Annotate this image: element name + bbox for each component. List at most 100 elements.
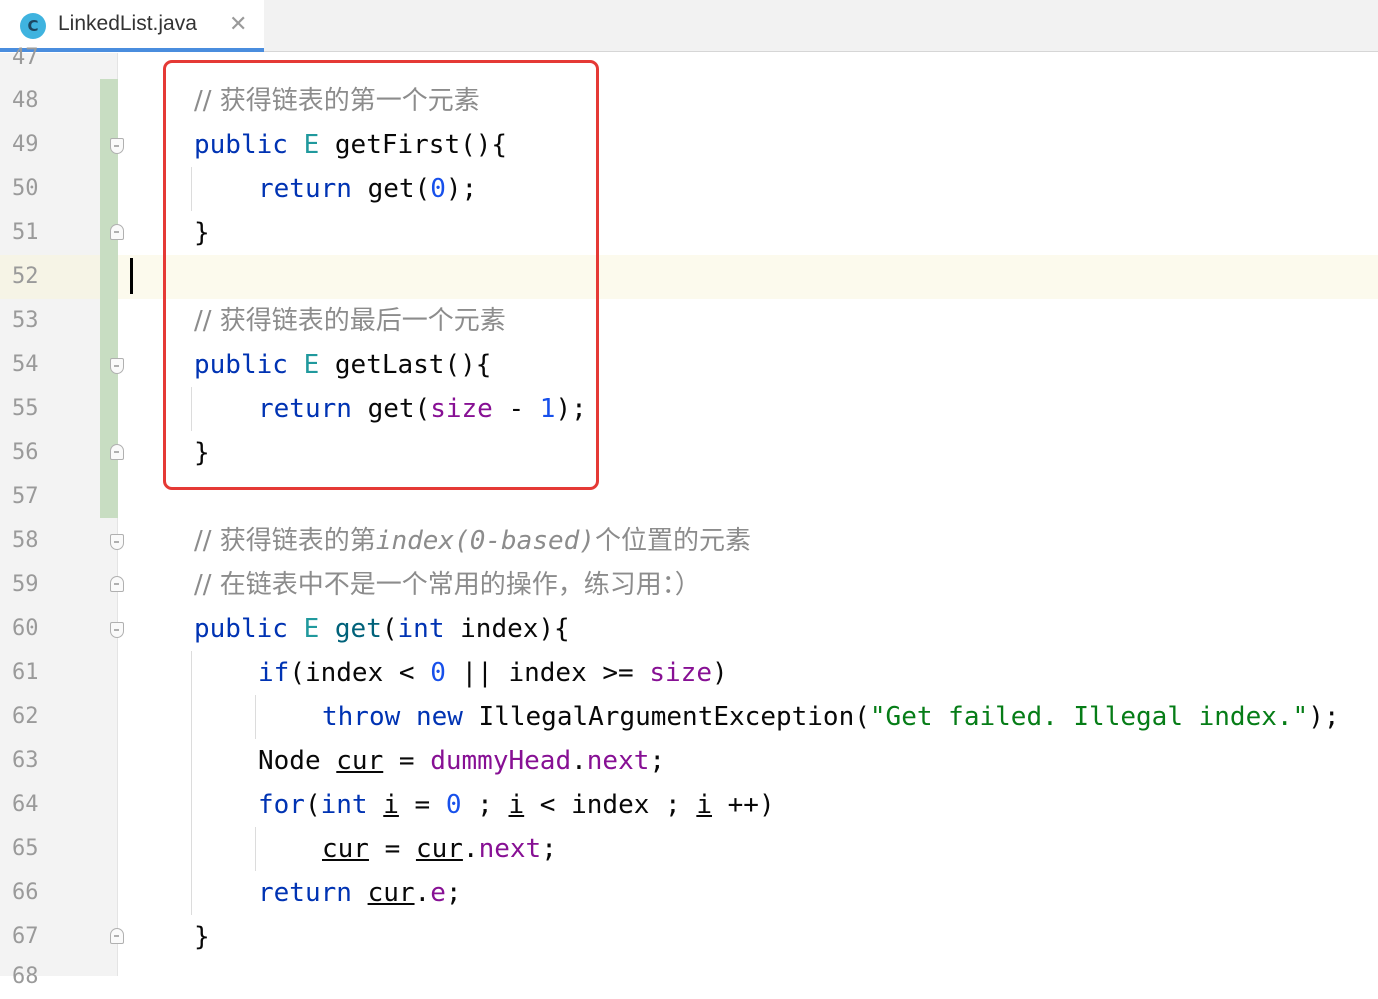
indent-guide [191, 651, 192, 915]
keyword: new [415, 702, 463, 732]
line-number: 47 [12, 45, 39, 70]
code-line-67: } [194, 915, 210, 959]
code-text: ; [445, 878, 462, 908]
number-literal: 0 [445, 790, 462, 820]
code-line-62: throw new IllegalArgumentException("Get … [322, 695, 1340, 739]
text-caret [130, 258, 133, 294]
code-line-63: Node cur = dummyHead.next; [258, 739, 665, 783]
code-line-59: // 在链表中不是一个常用的操作，练习用：） [194, 563, 701, 607]
field-reference: e [430, 878, 446, 908]
fold-marker-icon[interactable] [110, 444, 124, 460]
code-text: index){ [444, 614, 570, 644]
indent-guide [255, 695, 256, 739]
variable-reference: i [383, 790, 399, 820]
indent-guide [255, 827, 256, 871]
code-line-66: return cur.e; [258, 871, 462, 915]
line-number: 56 [12, 440, 39, 465]
line-number: 51 [12, 220, 39, 245]
code-line-64: for(int i = 0 ; i < index ; i ++) [258, 783, 775, 827]
line-number: 66 [12, 880, 39, 905]
field-reference: next [586, 746, 650, 776]
code-line-60: public E get(int index){ [194, 607, 570, 651]
editor-tab-bar: C LinkedList.java ✕ [0, 0, 1378, 52]
line-number: 53 [12, 308, 39, 333]
line-number: 63 [12, 748, 39, 773]
code-text: ++) [712, 790, 775, 820]
fold-marker-icon[interactable] [110, 576, 124, 592]
code-line-58: // 获得链表的第index(0-based)个位置的元素 [194, 519, 751, 563]
line-number: 65 [12, 836, 39, 861]
keyword: if [258, 658, 290, 688]
line-number: 60 [12, 616, 39, 641]
line-number: 59 [12, 572, 39, 597]
keyword: for [258, 790, 305, 820]
code-text: ; [541, 834, 557, 864]
keyword: throw [322, 702, 401, 732]
fold-marker-icon[interactable] [110, 622, 124, 638]
field-reference: dummyHead [430, 746, 572, 776]
line-number: 57 [12, 484, 39, 509]
code-text: . [571, 746, 587, 776]
tab-filename: LinkedList.java [58, 12, 197, 35]
fold-marker-icon[interactable] [110, 534, 124, 550]
code-text: } [194, 922, 210, 952]
variable-reference: cur [336, 746, 384, 776]
number-literal: 0 [430, 658, 446, 688]
variable-reference: i [696, 790, 712, 820]
code-text: = [398, 790, 446, 820]
line-number: 62 [12, 704, 39, 729]
line-number: 67 [12, 924, 39, 949]
fold-marker-icon[interactable] [110, 358, 124, 374]
line-number: 61 [12, 660, 39, 685]
highlight-annotation-box [163, 60, 599, 490]
line-number: 50 [12, 176, 39, 201]
field-reference: next [478, 834, 542, 864]
code-text: = [383, 746, 431, 776]
comment: // 在链表中不是一个常用的操作，练习用：） [194, 570, 701, 600]
code-text: ( [381, 614, 398, 644]
variable-reference: cur [322, 834, 369, 864]
comment: // 获得链表的第 [194, 526, 376, 556]
code-text: ; [649, 746, 666, 776]
string-literal: "Get failed. Illegal index." [869, 702, 1309, 732]
variable-reference: i [508, 790, 525, 820]
keyword: int [397, 614, 445, 644]
close-icon[interactable]: ✕ [229, 12, 247, 37]
comment: 个位置的元素 [594, 526, 751, 556]
code-text: . [414, 878, 431, 908]
keyword: int [320, 790, 368, 820]
fold-marker-icon[interactable] [110, 224, 124, 240]
method-name: get [334, 614, 382, 644]
code-text: Node [258, 746, 337, 776]
line-number: 48 [12, 88, 39, 113]
keyword: public [194, 614, 288, 644]
code-text: ( [304, 790, 321, 820]
code-text: ; [461, 790, 509, 820]
comment: index(0-based) [375, 526, 595, 556]
code-text: < index ; [524, 790, 697, 820]
line-number: 68 [12, 964, 39, 989]
line-number: 49 [12, 132, 39, 157]
type-parameter: E [303, 614, 320, 644]
line-number: 52 [12, 264, 39, 289]
code-text: || index >= [445, 658, 650, 688]
field-reference: size [649, 658, 712, 688]
fold-marker-icon[interactable] [110, 928, 124, 944]
code-line-65: cur = cur.next; [322, 827, 557, 871]
keyword: return [258, 878, 352, 908]
variable-reference: cur [415, 834, 463, 864]
line-number: 54 [12, 352, 39, 377]
line-number: 58 [12, 528, 39, 553]
code-text: ) [711, 658, 728, 688]
line-number: 55 [12, 396, 39, 421]
fold-marker-icon[interactable] [110, 138, 124, 154]
line-number: 64 [12, 792, 39, 817]
code-text: ); [1308, 702, 1340, 732]
code-text: IllegalArgumentException( [462, 702, 870, 732]
code-text: (index < [289, 658, 431, 688]
code-line-61: if(index < 0 || index >= size) [258, 651, 728, 695]
code-text: . [462, 834, 479, 864]
variable-reference: cur [367, 878, 415, 908]
